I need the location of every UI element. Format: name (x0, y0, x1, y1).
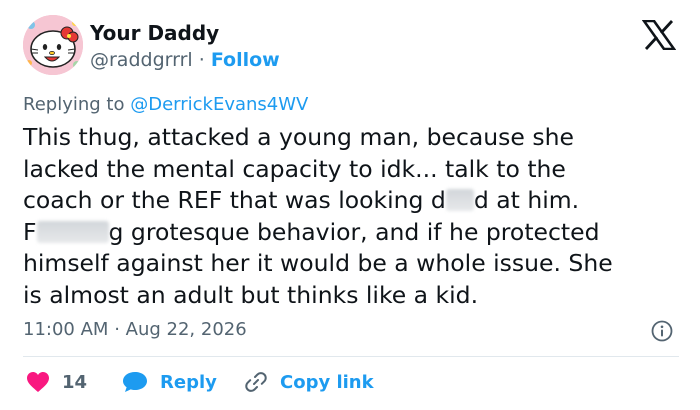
tweet-date: Aug 22, 2026 (125, 319, 247, 340)
copy-link-label: Copy link (280, 371, 374, 393)
x-logo-icon[interactable] (641, 19, 677, 51)
info-icon[interactable] (651, 320, 673, 342)
copy-link-button[interactable]: Copy link (244, 369, 374, 395)
timestamp-separator: · (114, 319, 120, 340)
author-handle[interactable]: @raddgrrrl (90, 49, 193, 71)
link-icon (245, 372, 267, 392)
tweet-text-part-3: g grotesque behavior, and if he protecte… (23, 217, 613, 309)
replying-to-handle[interactable]: @DerrickEvans4WV (130, 94, 308, 115)
tweet-embed-card: Your Daddy @raddgrrrl · Follow Replying … (0, 0, 700, 410)
follow-button[interactable]: Follow (211, 49, 280, 71)
tweet-timestamp[interactable]: 11:00 AM · Aug 22, 2026 (23, 318, 247, 342)
replying-to: Replying to @DerrickEvans4WV (23, 93, 308, 117)
tweet-text: This thug, attacked a young man, because… (23, 122, 683, 311)
like-button[interactable]: 14 (26, 369, 87, 395)
tweet-time: 11:00 AM (23, 319, 109, 340)
avatar[interactable] (23, 15, 83, 75)
reply-button[interactable]: Reply (122, 369, 217, 395)
censored-blur (36, 220, 109, 243)
avatar-image (23, 15, 83, 75)
replying-to-label: Replying to (23, 94, 125, 115)
like-count: 14 (62, 371, 88, 393)
reply-label: Reply (160, 371, 217, 393)
divider (23, 356, 679, 357)
censored-blur (445, 189, 474, 211)
heart-icon (27, 372, 49, 392)
author-display-name[interactable]: Your Daddy (90, 21, 219, 45)
speech-bubble-icon (123, 372, 147, 392)
handle-separator: · (198, 49, 205, 71)
author-handle-row: @raddgrrrl · Follow (90, 48, 280, 72)
